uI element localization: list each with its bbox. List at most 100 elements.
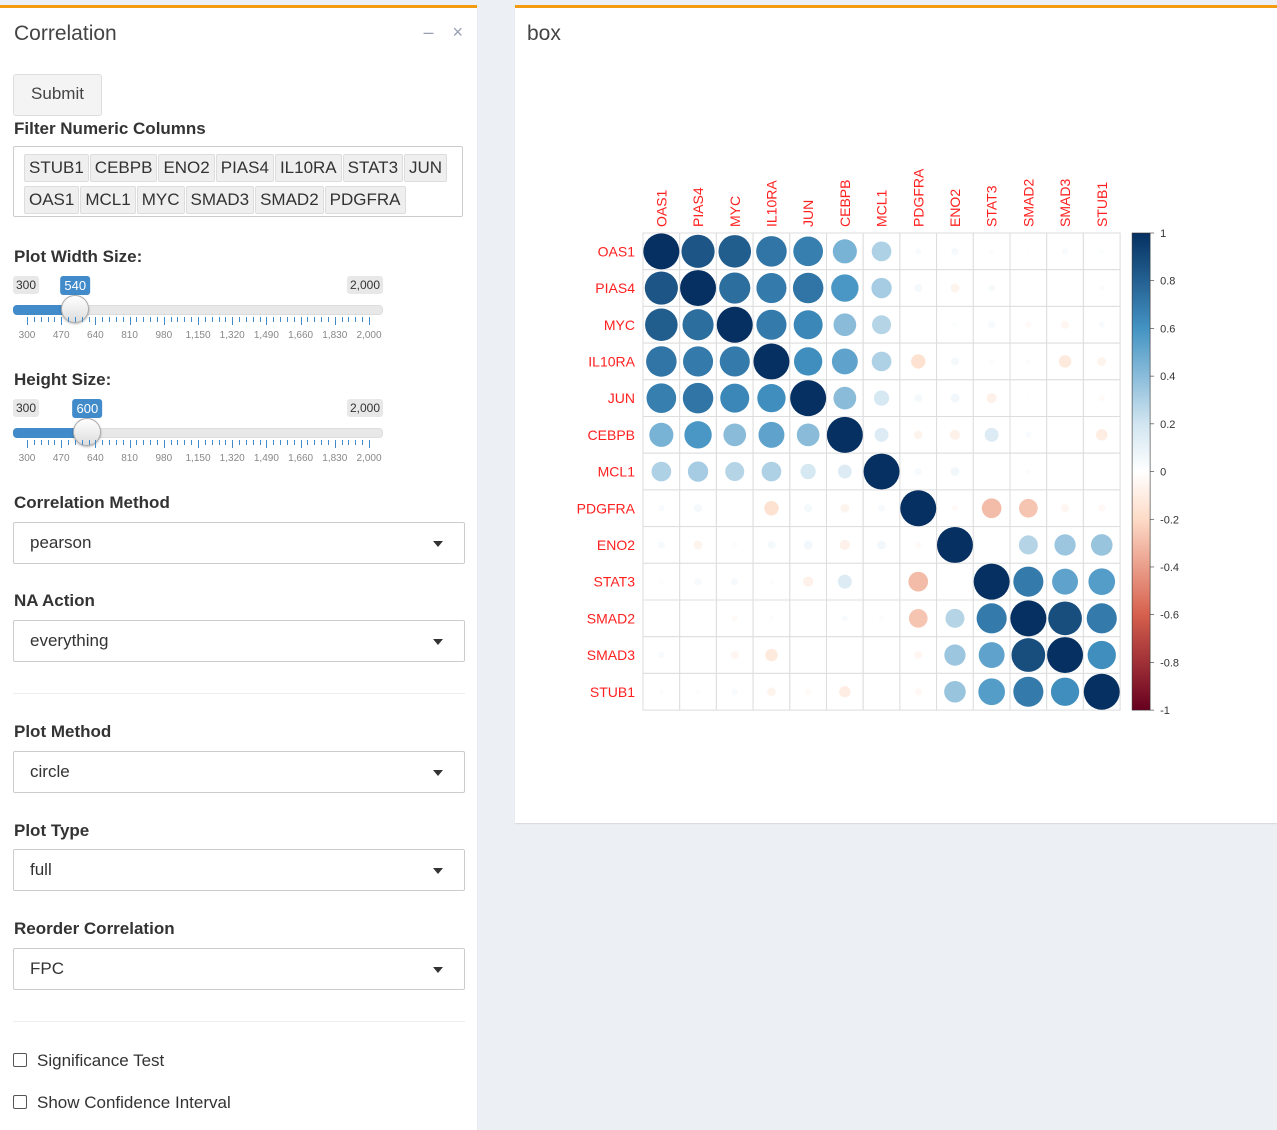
correlation-circle: [981, 498, 1002, 519]
slider-tick: [355, 317, 357, 322]
correlation-circle: [767, 687, 776, 697]
slider-grid-label: 1,490: [253, 453, 279, 464]
correlation-circle: [949, 429, 961, 440]
correlation-circle: [952, 322, 958, 328]
checkbox-label: Significance Test: [37, 1051, 165, 1070]
na-action-select[interactable]: everything: [13, 620, 465, 662]
minus-icon[interactable]: –: [423, 22, 433, 43]
slider-tick: [293, 440, 295, 445]
slider-tick: [293, 317, 295, 322]
correlation-circle: [1099, 248, 1105, 254]
significance-test-checkbox[interactable]: Significance Test: [13, 1051, 164, 1071]
slider-tick: [177, 317, 179, 322]
slider-tick: [300, 440, 302, 448]
reorder-select[interactable]: FPC: [13, 948, 465, 990]
filter-tag[interactable]: PDGFRA: [324, 186, 406, 214]
checkbox-box[interactable]: [13, 1095, 27, 1109]
slider-max-label: 2,000: [346, 276, 383, 294]
slider-tick: [266, 440, 268, 448]
slider-grid-label: 810: [121, 330, 138, 341]
legend-tick-label: -1: [1160, 705, 1170, 717]
correlation-circle: [682, 382, 714, 414]
height-slider[interactable]: 300 2,000 600 300 470 640 810 980 1,150 1,320 1…: [13, 399, 383, 464]
correlation-circle: [877, 504, 886, 512]
correlation-circle: [839, 539, 850, 551]
correlation-circle: [1025, 431, 1032, 438]
slider-tick: [184, 440, 186, 445]
correlation-circle: [1098, 504, 1106, 512]
column-label: OAS1: [653, 189, 669, 227]
filter-tag[interactable]: MYC: [136, 186, 185, 214]
filter-tag[interactable]: CEBPB: [89, 154, 158, 182]
legend-tick-label: 0.8: [1160, 276, 1175, 288]
slider-tick: [218, 317, 220, 322]
row-label: SMAD3: [587, 647, 635, 663]
correlation-circle: [978, 678, 1005, 706]
correlation-circle: [804, 504, 813, 513]
filter-tag[interactable]: STAT3: [342, 154, 404, 182]
correlation-circle: [1052, 568, 1079, 595]
correlation-circle: [720, 383, 750, 413]
width-slider[interactable]: 300 2,000 540 300 470 640 810 980 1,150 1,320 1…: [13, 276, 383, 341]
slider-tick: [109, 317, 111, 322]
confidence-interval-checkbox[interactable]: Show Confidence Interval: [13, 1093, 231, 1113]
slider-tick: [362, 317, 364, 322]
slider-grid-label: 810: [121, 453, 138, 464]
correlation-circle: [723, 423, 747, 447]
correlation-circle: [1013, 676, 1044, 707]
slider-tick: [27, 317, 28, 325]
correlation-circle: [1062, 469, 1068, 474]
correlation-circle: [842, 652, 848, 658]
slider-tick: [314, 440, 316, 445]
checkbox-box[interactable]: [13, 1053, 27, 1067]
slider-grid-label: 1,150: [185, 330, 211, 341]
correlation-circle: [914, 651, 923, 660]
correlation-circle: [800, 463, 816, 480]
correlation-circle: [1025, 358, 1031, 364]
slider-tick: [300, 317, 302, 325]
slider-grid-label: 1,830: [322, 453, 348, 464]
submit-button[interactable]: Submit: [13, 74, 102, 116]
correlation-circle: [716, 306, 753, 343]
row-label: ENO2: [597, 537, 635, 553]
correlation-circle: [879, 689, 884, 694]
correlation-circle: [756, 236, 787, 267]
filter-tag[interactable]: PIAS4: [215, 154, 274, 182]
slider-tick: [54, 317, 56, 322]
correlation-circle: [658, 689, 664, 695]
correlation-circle: [944, 644, 966, 666]
correlation-circle: [976, 603, 1007, 634]
correlation-circle: [651, 461, 672, 482]
correlation-circle: [837, 574, 852, 589]
correlation-circle: [680, 270, 717, 307]
correlation-circle: [873, 390, 890, 406]
slider-tick: [307, 440, 309, 445]
correlation-circle: [1058, 355, 1072, 368]
slider-tick: [327, 440, 329, 445]
filter-tag[interactable]: JUN: [404, 154, 448, 182]
correlation-circle: [915, 541, 922, 549]
filter-tag[interactable]: ENO2: [158, 154, 215, 182]
slider-tick: [68, 317, 70, 322]
plot-method-select[interactable]: circle: [13, 751, 465, 793]
correlation-method-select[interactable]: pearson: [13, 522, 465, 564]
correlation-circle: [731, 578, 739, 586]
correlation-circle: [790, 380, 827, 417]
filter-columns-input[interactable]: STUB1 CEBPB ENO2 PIAS4 IL10RA STAT3 JUN OAS1 MCL…: [13, 146, 463, 217]
slider-tick: [177, 440, 179, 445]
filter-tag[interactable]: SMAD2: [255, 186, 324, 214]
slider-tick: [129, 317, 131, 325]
filter-tag[interactable]: IL10RA: [274, 154, 342, 182]
correlation-circle: [840, 503, 850, 513]
times-icon[interactable]: ×: [452, 22, 463, 43]
slider-tick: [27, 440, 28, 448]
slider-tick: [156, 440, 158, 445]
column-label: PIAS4: [690, 187, 706, 227]
filter-tag[interactable]: OAS1: [24, 186, 80, 214]
filter-tag[interactable]: STUB1: [24, 154, 89, 182]
filter-tag[interactable]: MCL1: [80, 186, 136, 214]
plot-type-select[interactable]: full: [13, 849, 465, 891]
filter-tag[interactable]: SMAD3: [185, 186, 255, 214]
slider-tick: [88, 440, 90, 445]
slider-tick: [211, 440, 213, 445]
